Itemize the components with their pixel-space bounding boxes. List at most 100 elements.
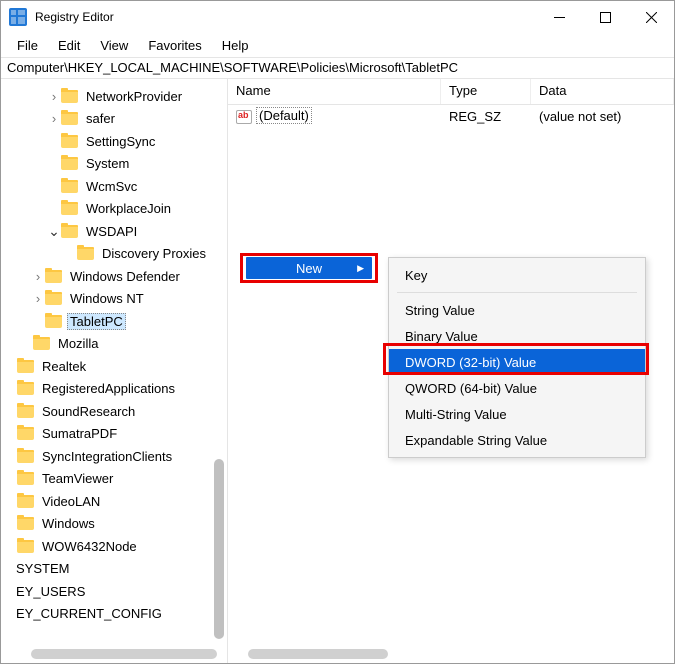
menubar: File Edit View Favorites Help <box>1 33 674 57</box>
annotation-highlight-dword <box>383 343 649 375</box>
tree-item-wow6432node[interactable]: ›WOW6432Node <box>3 535 227 558</box>
tree-item-label: Realtek <box>39 358 89 375</box>
window-title: Registry Editor <box>35 10 536 24</box>
regedit-icon <box>9 8 27 26</box>
tree-item-soundresearch[interactable]: ›SoundResearch <box>3 400 227 423</box>
tree-item-label: SoundResearch <box>39 403 138 420</box>
submenu-item-qword-64-bit-value[interactable]: QWORD (64-bit) Value <box>389 375 645 401</box>
list-row[interactable]: (Default) REG_SZ (value not set) <box>228 105 674 127</box>
folder-icon <box>17 405 34 418</box>
tree-item-label: NetworkProvider <box>83 88 185 105</box>
tree-item-realtek[interactable]: ›Realtek <box>3 355 227 378</box>
tree-item-safer[interactable]: › safer <box>3 108 227 131</box>
tree-item-registeredapplications[interactable]: ›RegisteredApplications <box>3 378 227 401</box>
chevron-right-icon[interactable]: › <box>47 89 61 104</box>
menu-separator <box>397 292 637 293</box>
reg-string-icon <box>236 110 252 124</box>
folder-icon <box>17 360 34 373</box>
folder-icon <box>61 157 78 170</box>
tree-item-label: EY_USERS <box>13 583 88 600</box>
folder-icon <box>77 247 94 260</box>
context-new-item[interactable]: New ▶ <box>246 257 372 279</box>
folder-icon <box>17 382 34 395</box>
folder-icon <box>17 450 34 463</box>
titlebar: Registry Editor <box>1 1 674 33</box>
tree-item-mozilla[interactable]: ›Mozilla <box>3 333 227 356</box>
tree-item-label: TeamViewer <box>39 470 116 487</box>
folder-icon <box>61 135 78 148</box>
menu-edit[interactable]: Edit <box>48 36 90 55</box>
folder-icon <box>17 472 34 485</box>
tree-item-system[interactable]: ›System <box>3 153 227 176</box>
content: ›NetworkProvider›safer›SettingSync›Syste… <box>1 79 674 663</box>
tree-item-wsdapi[interactable]: ⌄ WSDAPI <box>3 220 227 243</box>
folder-icon <box>45 315 62 328</box>
menu-view[interactable]: View <box>90 36 138 55</box>
tree-item-ey-current-config[interactable]: ›EY_CURRENT_CONFIG <box>1 603 227 626</box>
tree-item-label: Discovery Proxies <box>99 245 209 262</box>
tree-panel: ›NetworkProvider›safer›SettingSync›Syste… <box>1 79 228 663</box>
tree-item-label: VideoLAN <box>39 493 103 510</box>
folder-icon <box>33 337 50 350</box>
folder-icon <box>17 540 34 553</box>
address-bar[interactable]: Computer\HKEY_LOCAL_MACHINE\SOFTWARE\Pol… <box>1 57 674 79</box>
menu-help[interactable]: Help <box>212 36 259 55</box>
minimize-button[interactable] <box>536 1 582 33</box>
chevron-down-icon[interactable]: ⌄ <box>47 227 61 235</box>
tree-item-tabletpc[interactable]: ›TabletPC <box>3 310 227 333</box>
submenu-item-string-value[interactable]: String Value <box>389 297 645 323</box>
column-data[interactable]: Data <box>531 79 674 104</box>
tree-vertical-scrollbar[interactable] <box>214 459 224 639</box>
value-type: REG_SZ <box>441 107 531 126</box>
menu-favorites[interactable]: Favorites <box>138 36 211 55</box>
list-header: Name Type Data <box>228 79 674 105</box>
folder-icon <box>61 90 78 103</box>
tree-item-wcmsvc[interactable]: ›WcmSvc <box>3 175 227 198</box>
tree-item-windows-defender[interactable]: › Windows Defender <box>3 265 227 288</box>
folder-icon <box>61 225 78 238</box>
chevron-right-icon[interactable]: › <box>47 111 61 126</box>
tree-item-videolan[interactable]: ›VideoLAN <box>3 490 227 513</box>
list-horizontal-scrollbar[interactable] <box>248 649 388 659</box>
tree-item-syncintegrationclients[interactable]: ›SyncIntegrationClients <box>3 445 227 468</box>
submenu-item-key[interactable]: Key <box>389 262 645 288</box>
tree-item-label: SyncIntegrationClients <box>39 448 175 465</box>
folder-icon <box>61 180 78 193</box>
tree-item-label: Windows <box>39 515 98 532</box>
chevron-right-icon[interactable]: › <box>31 291 45 306</box>
column-name[interactable]: Name <box>228 79 441 104</box>
tree-item-discovery-proxies[interactable]: ›Discovery Proxies <box>3 243 227 266</box>
window: Registry Editor File Edit View Favorites… <box>0 0 675 664</box>
menu-file[interactable]: File <box>7 36 48 55</box>
tree-item-label: WSDAPI <box>83 223 140 240</box>
close-button[interactable] <box>628 1 674 33</box>
tree-item-windows-nt[interactable]: ›Windows NT <box>3 288 227 311</box>
submenu-item-expandable-string-value[interactable]: Expandable String Value <box>389 427 645 453</box>
tree-item-label: safer <box>83 110 118 127</box>
window-controls <box>536 1 674 33</box>
tree-item-sumatrapdf[interactable]: ›SumatraPDF <box>3 423 227 446</box>
maximize-button[interactable] <box>582 1 628 33</box>
tree-item-label: TabletPC <box>67 313 126 330</box>
tree-item-networkprovider[interactable]: › NetworkProvider <box>3 85 227 108</box>
tree-item-teamviewer[interactable]: ›TeamViewer <box>3 468 227 491</box>
tree-item-label: SYSTEM <box>13 560 72 577</box>
submenu-item-multi-string-value[interactable]: Multi-String Value <box>389 401 645 427</box>
chevron-right-icon[interactable]: › <box>31 269 45 284</box>
tree-item-label: SumatraPDF <box>39 425 120 442</box>
tree-item-label: SettingSync <box>83 133 158 150</box>
tree-item-ey-users[interactable]: ›EY_USERS <box>1 580 227 603</box>
tree-item-system[interactable]: ›SYSTEM <box>1 558 227 581</box>
tree-item-label: EY_CURRENT_CONFIG <box>13 605 165 622</box>
tree-item-label: RegisteredApplications <box>39 380 178 397</box>
tree-item-label: Windows Defender <box>67 268 183 285</box>
column-type[interactable]: Type <box>441 79 531 104</box>
tree-item-label: WOW6432Node <box>39 538 140 555</box>
tree-item-settingsync[interactable]: ›SettingSync <box>3 130 227 153</box>
submenu-arrow-icon: ▶ <box>357 263 364 274</box>
tree-horizontal-scrollbar[interactable] <box>31 649 217 659</box>
value-data: (value not set) <box>531 107 674 126</box>
folder-icon <box>45 270 62 283</box>
tree-item-windows[interactable]: ›Windows <box>3 513 227 536</box>
tree-item-workplacejoin[interactable]: ›WorkplaceJoin <box>3 198 227 221</box>
